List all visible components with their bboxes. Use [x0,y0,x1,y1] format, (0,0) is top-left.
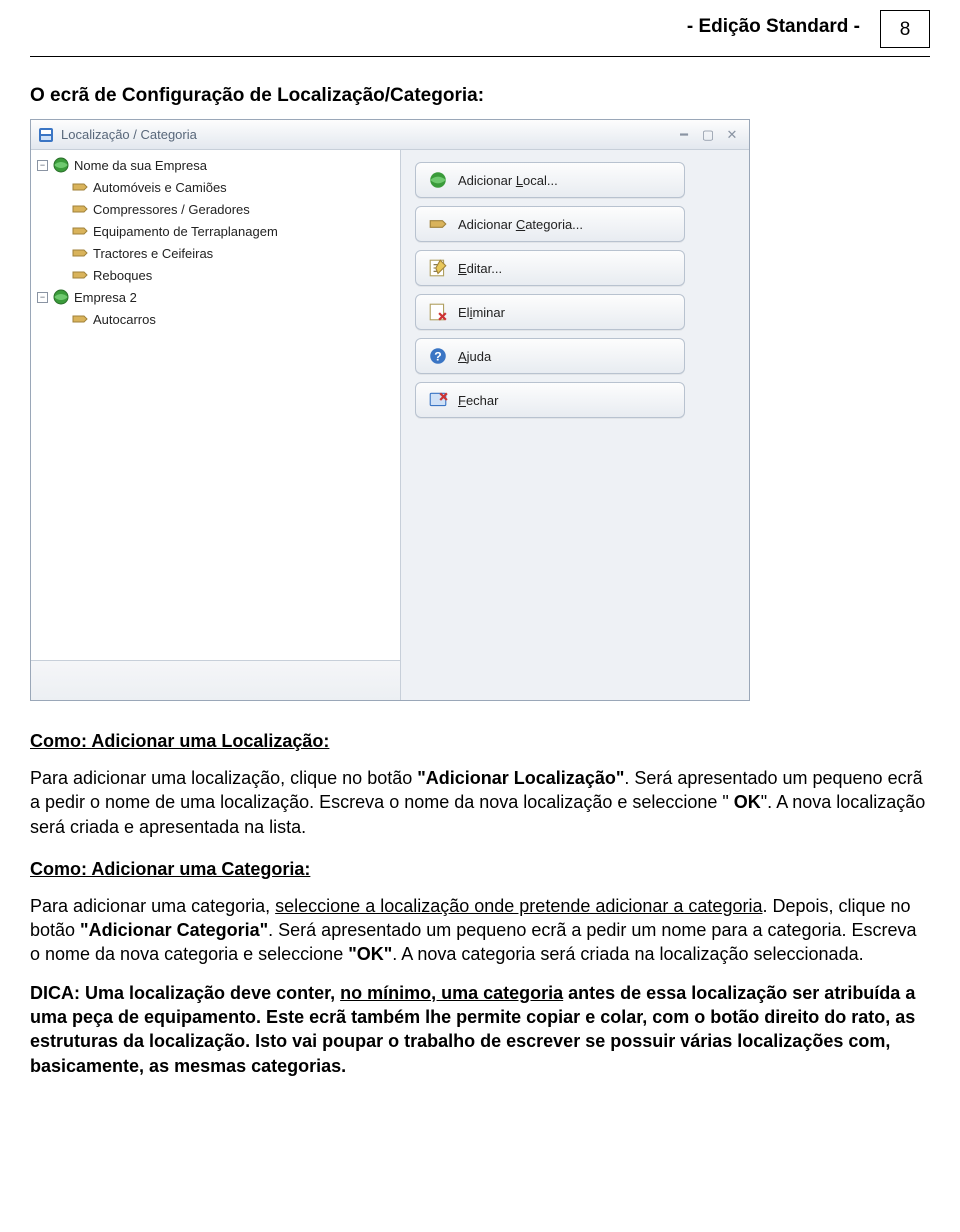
button-label: Eliminar [458,305,505,320]
howto-location-paragraph: Para adicionar uma localização, clique n… [30,766,930,839]
minimize-button[interactable]: ━ [673,127,695,143]
howto-category-heading: Como: Adicionar uma Categoria: [30,859,930,880]
tree-category-label: Compressores / Geradores [93,202,250,217]
add-category-button[interactable]: Adicionar Categoria... [415,206,685,242]
tip-paragraph: DICA: Uma localização deve conter, no mí… [30,981,930,1078]
category-icon [71,200,89,218]
tree-location-label: Empresa 2 [74,290,137,305]
svg-text:?: ? [434,349,441,363]
category-icon [71,310,89,328]
tree-pane: − Nome da sua Empresa Automóveis e Camiõ… [31,150,401,700]
globe-icon [428,170,448,190]
collapse-icon[interactable]: − [37,292,48,303]
tree-category[interactable]: Compressores / Geradores [31,198,400,220]
tree-category-label: Automóveis e Camiões [93,180,227,195]
edit-button[interactable]: Editar... [415,250,685,286]
tree-category[interactable]: Reboques [31,264,400,286]
tree-category[interactable]: Autocarros [31,308,400,330]
doc-header-title: - Edição Standard - [687,10,860,38]
button-label: Adicionar Categoria... [458,217,583,232]
category-icon [71,244,89,262]
tree-category[interactable]: Automóveis e Camiões [31,176,400,198]
tree-status-area [31,660,400,700]
maximize-button[interactable]: ▢ [697,127,719,143]
button-label: Fechar [458,393,498,408]
category-icon [71,222,89,240]
tree-category-label: Autocarros [93,312,156,327]
tree-category-label: Equipamento de Terraplanagem [93,224,278,239]
button-label: Ajuda [458,349,491,364]
close-button[interactable]: ✕ [721,127,743,143]
category-icon [71,266,89,284]
howto-location-heading: Como: Adicionar uma Localização: [30,731,930,752]
tree-location-1[interactable]: − Nome da sua Empresa [31,154,400,176]
app-window: Localização / Categoria ━ ▢ ✕ − Nome da … [30,119,750,701]
close-window-button[interactable]: Fechar [415,382,685,418]
window-title: Localização / Categoria [61,127,197,142]
tree-category-label: Reboques [93,268,152,283]
globe-icon [52,288,70,306]
edit-icon [428,258,448,278]
tree-category[interactable]: Tractores e Ceifeiras [31,242,400,264]
window-icon [37,126,55,144]
button-pane: Adicionar Local... Adicionar Categoria..… [401,150,749,700]
tree-category-label: Tractores e Ceifeiras [93,246,213,261]
button-label: Editar... [458,261,502,276]
add-location-button[interactable]: Adicionar Local... [415,162,685,198]
delete-icon [428,302,448,322]
help-button[interactable]: ? Ajuda [415,338,685,374]
tree-location-2[interactable]: − Empresa 2 [31,286,400,308]
section-title: O ecrã de Configuração de Localização/Ca… [30,85,930,107]
collapse-icon[interactable]: − [37,160,48,171]
howto-category-paragraph: Para adicionar uma categoria, seleccione… [30,894,930,967]
page-number: 8 [880,10,930,48]
delete-button[interactable]: Eliminar [415,294,685,330]
window-titlebar: Localização / Categoria ━ ▢ ✕ [31,120,749,150]
tree-category[interactable]: Equipamento de Terraplanagem [31,220,400,242]
category-icon [428,214,448,234]
help-icon: ? [428,346,448,366]
category-icon [71,178,89,196]
close-icon [428,390,448,410]
button-label: Adicionar Local... [458,173,558,188]
globe-icon [52,156,70,174]
tree-location-label: Nome da sua Empresa [74,158,207,173]
